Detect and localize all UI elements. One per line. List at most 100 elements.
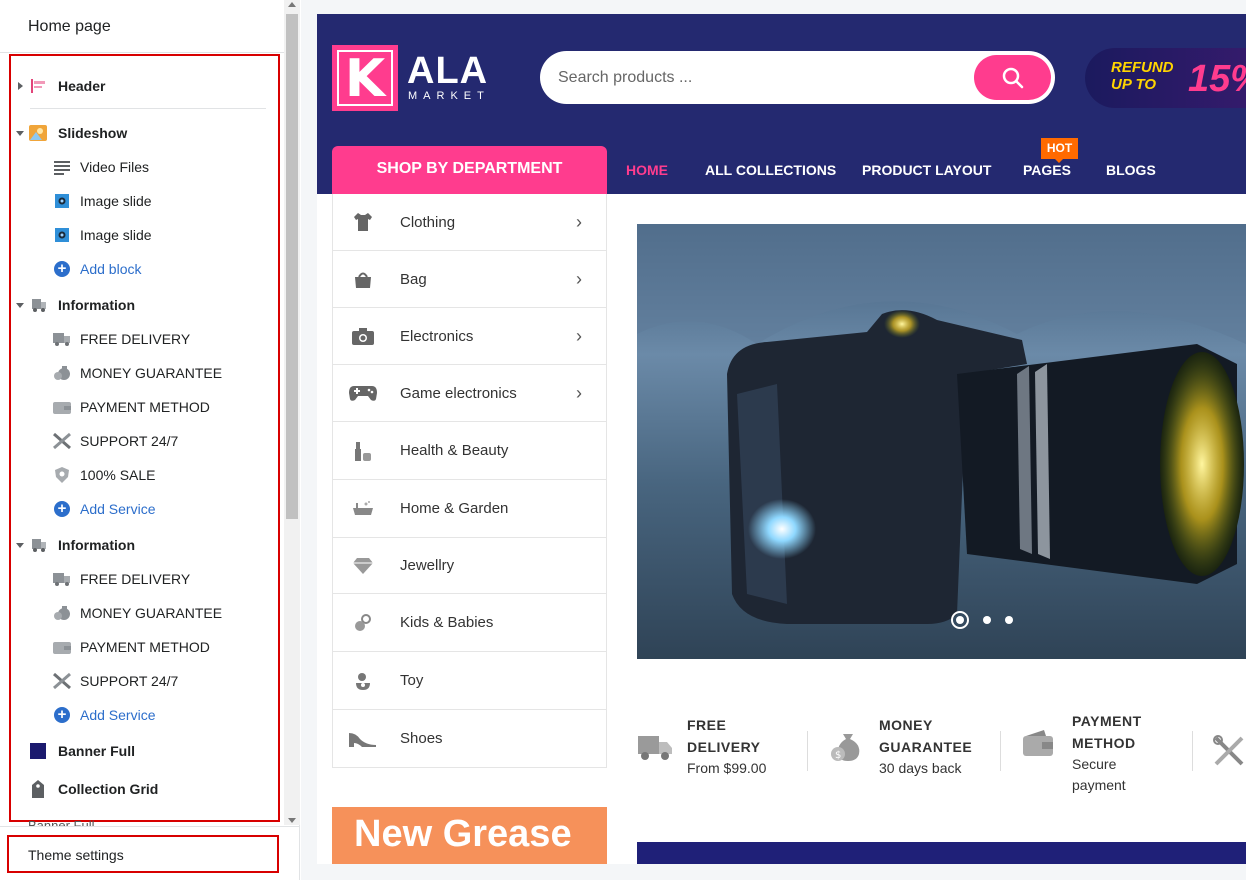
- gamepad-icon: [333, 383, 393, 403]
- section-slideshow[interactable]: Slideshow: [14, 116, 127, 150]
- nav-home[interactable]: HOME: [626, 162, 668, 178]
- divider: [0, 52, 284, 53]
- category-item-home-garden[interactable]: Home & Garden: [333, 480, 606, 538]
- divider: [807, 731, 808, 771]
- caret-down-icon[interactable]: [14, 130, 26, 136]
- category-label: Home & Garden: [400, 500, 509, 517]
- block-label: SUPPORT 24/7: [80, 673, 179, 689]
- truck-icon: [52, 569, 72, 589]
- section-information[interactable]: Information: [14, 288, 135, 322]
- add-service-button[interactable]: + Add Service: [52, 698, 155, 732]
- block-service[interactable]: PAYMENT METHOD: [52, 390, 210, 424]
- category-item-electronics[interactable]: Electronics ›: [333, 308, 606, 365]
- wallet-icon: [1022, 710, 1062, 796]
- logo-letter: K: [337, 50, 393, 106]
- category-item-clothing[interactable]: Clothing ›: [333, 194, 606, 251]
- category-item-shoes[interactable]: Shoes: [333, 710, 606, 768]
- category-label: Kids & Babies: [400, 614, 494, 631]
- section-banner-full[interactable]: Banner Full: [14, 734, 135, 768]
- refund-promo[interactable]: REFUND UP TO 15%: [1085, 48, 1246, 108]
- logo-name[interactable]: ALA: [407, 50, 488, 93]
- category-item-game-electronics[interactable]: Game electronics ›: [333, 365, 606, 422]
- section-label: Collection Grid: [58, 781, 159, 797]
- shirt-icon: [333, 212, 393, 232]
- money-bag-icon: $: [829, 714, 869, 779]
- service-free-delivery: FREE DELIVERY From $99.00: [637, 714, 766, 779]
- camera-hero-image: [637, 224, 1246, 624]
- scroll-thumb[interactable]: [286, 14, 298, 519]
- money-bag-icon: [52, 363, 72, 383]
- block-service[interactable]: FREE DELIVERY: [52, 322, 190, 356]
- section-label: Banner Full: [58, 743, 136, 759]
- category-item-toy[interactable]: Toy: [333, 652, 606, 710]
- nav-product-layout[interactable]: PRODUCT LAYOUT: [862, 162, 991, 178]
- store-preview: K ALA MARKET REFUND UP TO 15% SHOP BY DE…: [317, 14, 1246, 864]
- service-subtitle: 30 days back: [879, 760, 962, 776]
- section-header[interactable]: Header: [14, 69, 105, 103]
- add-service-button[interactable]: + Add Service: [52, 492, 155, 526]
- block-label: Video Files: [80, 159, 150, 175]
- block-image-slide[interactable]: Image slide: [52, 184, 152, 218]
- add-block-button[interactable]: + Add block: [52, 252, 141, 286]
- block-video-files[interactable]: Video Files: [52, 150, 149, 184]
- block-service[interactable]: FREE DELIVERY: [52, 562, 190, 596]
- logo-mark[interactable]: K: [332, 45, 398, 111]
- section-information[interactable]: Information: [14, 528, 135, 562]
- scroll-down-arrow-icon[interactable]: [288, 818, 296, 823]
- block-service[interactable]: SUPPORT 24/7: [52, 424, 178, 458]
- image-icon: [52, 191, 72, 211]
- banner-title: New Grease: [354, 813, 572, 855]
- service-payment-method: PAYMENT METHOD Secure payment: [1022, 710, 1142, 796]
- shield-icon: [52, 465, 72, 485]
- truck-icon: [52, 329, 72, 349]
- service-title: METHOD: [1072, 735, 1136, 751]
- search-icon: [1002, 67, 1023, 88]
- category-item-health-beauty[interactable]: Health & Beauty: [333, 422, 606, 480]
- new-grease-banner[interactable]: New Grease: [332, 807, 607, 864]
- divider: [1000, 731, 1001, 771]
- money-bag-icon: [52, 603, 72, 623]
- block-image-slide[interactable]: Image slide: [52, 218, 152, 252]
- caret-down-icon[interactable]: [14, 542, 26, 548]
- block-label: FREE DELIVERY: [80, 331, 191, 347]
- hero-slideshow[interactable]: [637, 224, 1246, 659]
- block-service[interactable]: SUPPORT 24/7: [52, 664, 178, 698]
- toy-duck-icon: [333, 671, 393, 691]
- category-item-bag[interactable]: Bag ›: [333, 251, 606, 308]
- block-service[interactable]: 100% SALE: [52, 458, 156, 492]
- category-item-kids-babies[interactable]: Kids & Babies: [333, 594, 606, 652]
- search-input[interactable]: [558, 65, 958, 91]
- block-service[interactable]: PAYMENT METHOD: [52, 630, 210, 664]
- category-label: Shoes: [400, 730, 443, 747]
- promo-percent: 15%: [1188, 58, 1246, 100]
- tag-icon: [28, 779, 48, 799]
- category-item-jewellry[interactable]: Jewellry: [333, 538, 606, 594]
- slide-dot-3[interactable]: [1005, 616, 1013, 624]
- scroll-up-arrow-icon[interactable]: [288, 2, 296, 7]
- nav-blogs[interactable]: BLOGS: [1106, 162, 1156, 178]
- theme-settings-button[interactable]: Theme settings: [28, 847, 124, 863]
- divider: [1192, 731, 1193, 771]
- tools-icon: [52, 431, 72, 451]
- shop-by-department-button[interactable]: SHOP BY DEPARTMENT: [332, 146, 607, 194]
- chevron-right-icon: ›: [576, 382, 582, 403]
- block-label: Image slide: [80, 227, 152, 243]
- caret-down-icon[interactable]: [14, 302, 26, 308]
- caret-right-icon[interactable]: [14, 82, 26, 90]
- block-service[interactable]: MONEY GUARANTEE: [52, 596, 222, 630]
- block-service[interactable]: MONEY GUARANTEE: [52, 356, 222, 390]
- editor-page-title[interactable]: Home page: [28, 18, 111, 36]
- wallet-icon: [52, 637, 72, 657]
- nav-all-collections[interactable]: ALL COLLECTIONS: [705, 162, 836, 178]
- search-button[interactable]: [974, 55, 1051, 100]
- slide-dot-2[interactable]: [983, 616, 991, 624]
- section-collection-grid[interactable]: Collection Grid: [14, 772, 158, 806]
- slideshow-icon: [28, 123, 48, 143]
- nav-pages[interactable]: PAGES: [1023, 162, 1071, 178]
- category-label: Electronics: [400, 327, 474, 345]
- block-label: MONEY GUARANTEE: [80, 605, 223, 621]
- slide-dot-1[interactable]: [951, 611, 969, 629]
- sidebar-scrollbar[interactable]: [284, 0, 300, 825]
- category-label: Clothing: [400, 213, 456, 231]
- promo-banner-dark[interactable]: [637, 842, 1246, 864]
